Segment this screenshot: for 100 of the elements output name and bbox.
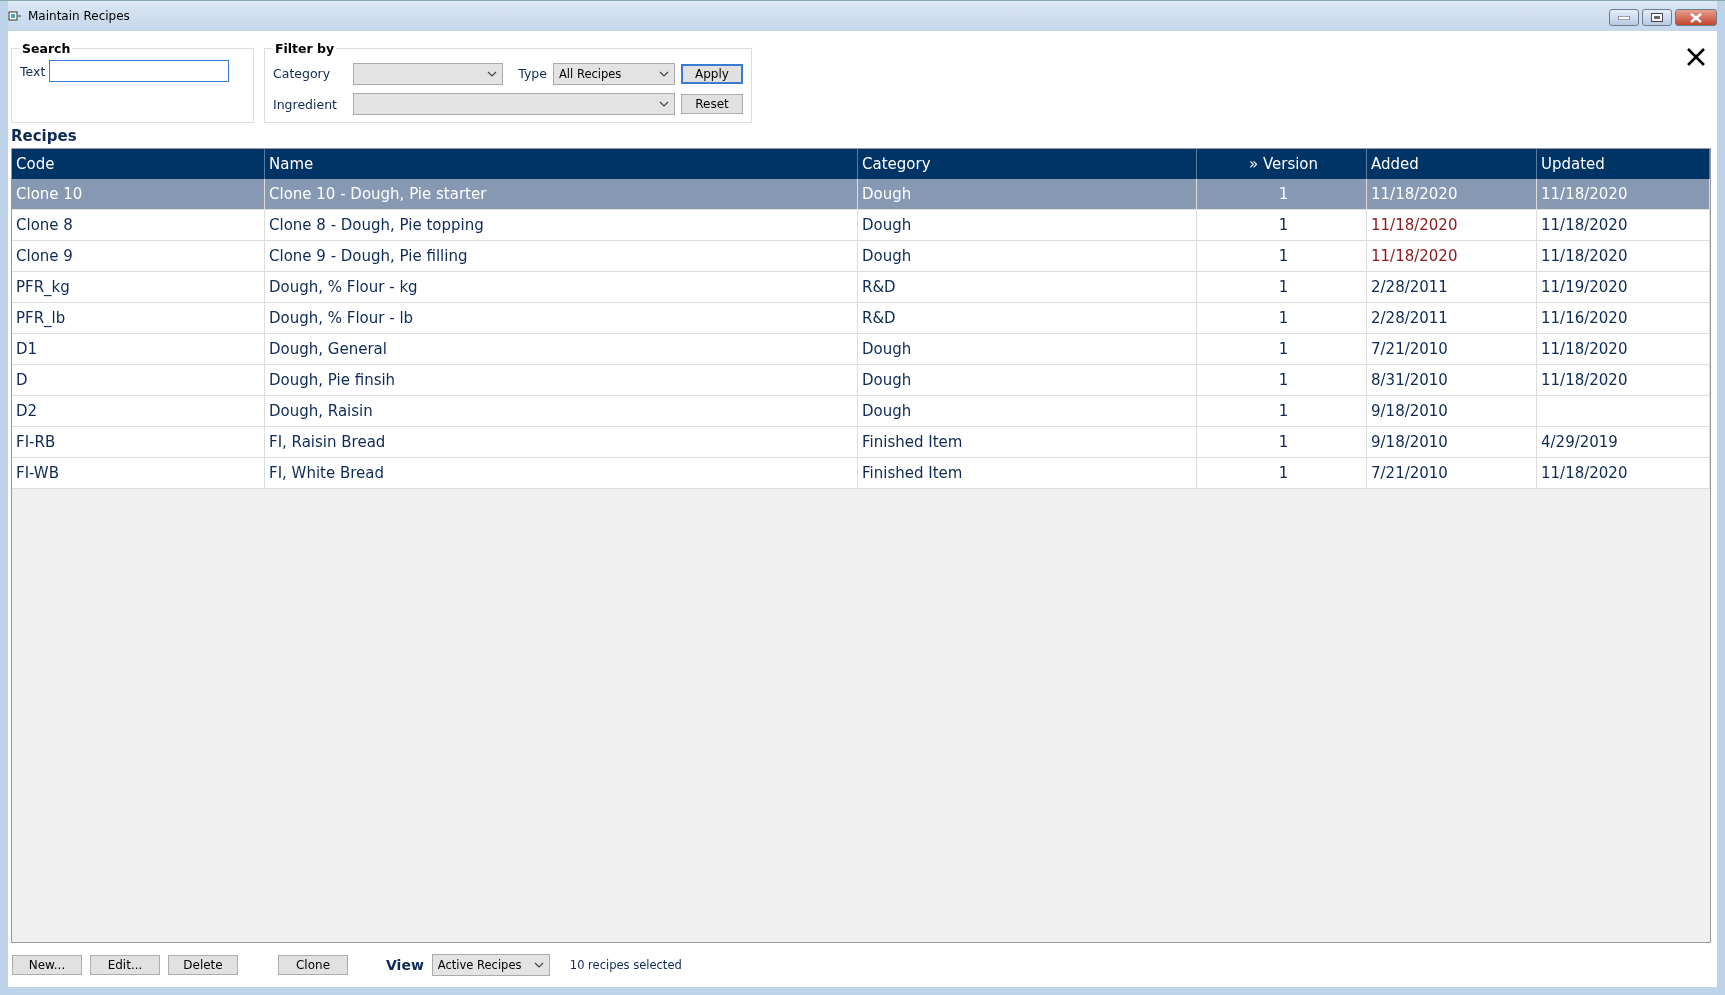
table-cell: Dough [858, 396, 1197, 426]
table-cell: R&D [858, 272, 1197, 302]
window-app-icon [8, 10, 22, 22]
table-cell: 11/18/2020 [1537, 334, 1710, 364]
table-cell: 11/19/2020 [1537, 272, 1710, 302]
status-text: 10 recipes selected [569, 958, 682, 972]
table-cell: 4/29/2019 [1537, 427, 1710, 457]
table-cell: Clone 10 - Dough, Pie starter [265, 179, 858, 209]
table-cell: 1 [1197, 458, 1367, 488]
table-row[interactable]: Clone 8 Clone 8 - Dough, Pie topping Dough 1 11/18/2020 11/18/2020 [12, 210, 1710, 241]
table-cell: Dough, General [265, 334, 858, 364]
table-cell: 11/18/2020 [1537, 241, 1710, 271]
table-cell: 1 [1197, 179, 1367, 209]
table-row[interactable]: PFR_lb Dough, % Flour - lb R&D 1 2/28/2011 11/16/2020 [12, 303, 1710, 334]
clone-button[interactable]: Clone [278, 955, 348, 975]
table-cell: Dough [858, 210, 1197, 240]
footer-button[interactable]: Delete [168, 955, 238, 975]
type-dropdown[interactable]: All Recipes [553, 62, 675, 85]
table-cell: 11/18/2020 [1367, 179, 1537, 209]
table-cell: D1 [12, 334, 265, 364]
table-cell: 11/18/2020 [1537, 210, 1710, 240]
text-label: Text [20, 64, 46, 79]
table-cell: FI, White Bread [265, 458, 858, 488]
table-cell: Dough [858, 365, 1197, 395]
table-cell: Dough, % Flour - kg [265, 272, 858, 302]
table-cell: 11/18/2020 [1537, 179, 1710, 209]
table-cell: Dough [858, 179, 1197, 209]
view-label: View [386, 957, 424, 973]
table-cell: 1 [1197, 303, 1367, 333]
table-cell: Clone 9 - Dough, Pie filling [265, 241, 858, 271]
search-group-title: Search [21, 41, 72, 56]
table-cell: 1 [1197, 272, 1367, 302]
table-cell: 1 [1197, 334, 1367, 364]
table-cell: 11/18/2020 [1537, 365, 1710, 395]
close-icon[interactable] [1686, 47, 1706, 67]
table-cell: 2/28/2011 [1367, 272, 1537, 302]
table-cell: Finished Item [858, 458, 1197, 488]
table-cell: 9/18/2010 [1367, 427, 1537, 457]
table-row[interactable]: Clone 9 Clone 9 - Dough, Pie filling Dough 1 11/18/2020 11/18/2020 [12, 241, 1710, 272]
footer-button[interactable]: New... [12, 955, 82, 975]
table-row[interactable]: D Dough, Pie finsih Dough 1 8/31/2010 11/18/2020 [12, 365, 1710, 396]
table-cell: Clone 9 [12, 241, 265, 271]
table-cell: 1 [1197, 396, 1367, 426]
close-icon [1690, 12, 1702, 23]
table-cell: Dough, % Flour - lb [265, 303, 858, 333]
table-cell: Dough, Pie finsih [265, 365, 858, 395]
minimize-button[interactable] [1609, 9, 1639, 26]
table-cell: PFR_lb [12, 303, 265, 333]
table-cell: D2 [12, 396, 265, 426]
table-cell: Dough, Raisin [265, 396, 858, 426]
chevron-down-icon [533, 962, 544, 968]
table-row[interactable]: FI-RB FI, Raisin Bread Finished Item 1 9/18/2010 4/29/2019 [12, 427, 1710, 458]
table-cell: 7/21/2010 [1367, 458, 1537, 488]
table-cell: 1 [1197, 241, 1367, 271]
table-cell: 1 [1197, 427, 1367, 457]
table-cell: 7/21/2010 [1367, 334, 1537, 364]
table-cell: FI, Raisin Bread [265, 427, 858, 457]
footer-button[interactable]: Edit... [90, 955, 160, 975]
maximize-button[interactable] [1642, 9, 1672, 26]
table-cell: Clone 8 - Dough, Pie topping [265, 210, 858, 240]
view-dropdown[interactable]: Active Recipes [431, 954, 550, 976]
table-cell: PFR_kg [12, 272, 265, 302]
window-title: Maintain Recipes [28, 9, 130, 23]
chevron-down-icon [659, 70, 669, 77]
table-cell: Clone 8 [12, 210, 265, 240]
table-row[interactable]: PFR_kg Dough, % Flour - kg R&D 1 2/28/2011 11/19/2020 [12, 272, 1710, 303]
table-cell: FI-RB [12, 427, 265, 457]
table-cell: D [12, 365, 265, 395]
table-cell: Finished Item [858, 427, 1197, 457]
ingredient-dropdown[interactable] [352, 93, 675, 116]
category-dropdown[interactable] [352, 62, 503, 85]
close-button[interactable] [1675, 9, 1717, 26]
table-cell: R&D [858, 303, 1197, 333]
table-cell: 11/18/2020 [1367, 210, 1537, 240]
search-text-field[interactable] [49, 60, 230, 82]
table-cell: 2/28/2011 [1367, 303, 1537, 333]
maximize-icon [1651, 13, 1663, 22]
table-cell: 11/16/2020 [1537, 303, 1710, 333]
table-cell: Clone 10 [12, 179, 265, 209]
ingredient-label: Ingredient [273, 96, 339, 112]
chevron-down-icon [486, 70, 497, 77]
table-row[interactable]: D2 Dough, Raisin Dough 1 9/18/2010 [12, 396, 1710, 427]
minimize-icon [1618, 15, 1630, 20]
filter-group-title: Filter by [274, 41, 336, 56]
table-cell: Dough [858, 334, 1197, 364]
reset-button[interactable]: Reset [681, 94, 743, 115]
table-cell: 1 [1197, 365, 1367, 395]
table-cell: Dough [858, 241, 1197, 271]
type-label: Type [517, 66, 547, 82]
category-label: Category [273, 66, 332, 82]
table-row[interactable]: FI-WB FI, White Bread Finished Item 1 7/21/2010 11/18/2020 [12, 458, 1710, 489]
table-cell: 11/18/2020 [1367, 241, 1537, 271]
table-cell: 1 [1197, 210, 1367, 240]
recipes-heading: Recipes [11, 126, 78, 147]
apply-button[interactable]: Apply [681, 63, 743, 84]
table-cell: 8/31/2010 [1367, 365, 1537, 395]
chevron-down-icon [659, 101, 669, 108]
table-cell: 9/18/2010 [1367, 396, 1537, 426]
table-cell: 11/18/2020 [1537, 458, 1710, 488]
table-row[interactable]: D1 Dough, General Dough 1 7/21/2010 11/18/2020 [12, 334, 1710, 365]
